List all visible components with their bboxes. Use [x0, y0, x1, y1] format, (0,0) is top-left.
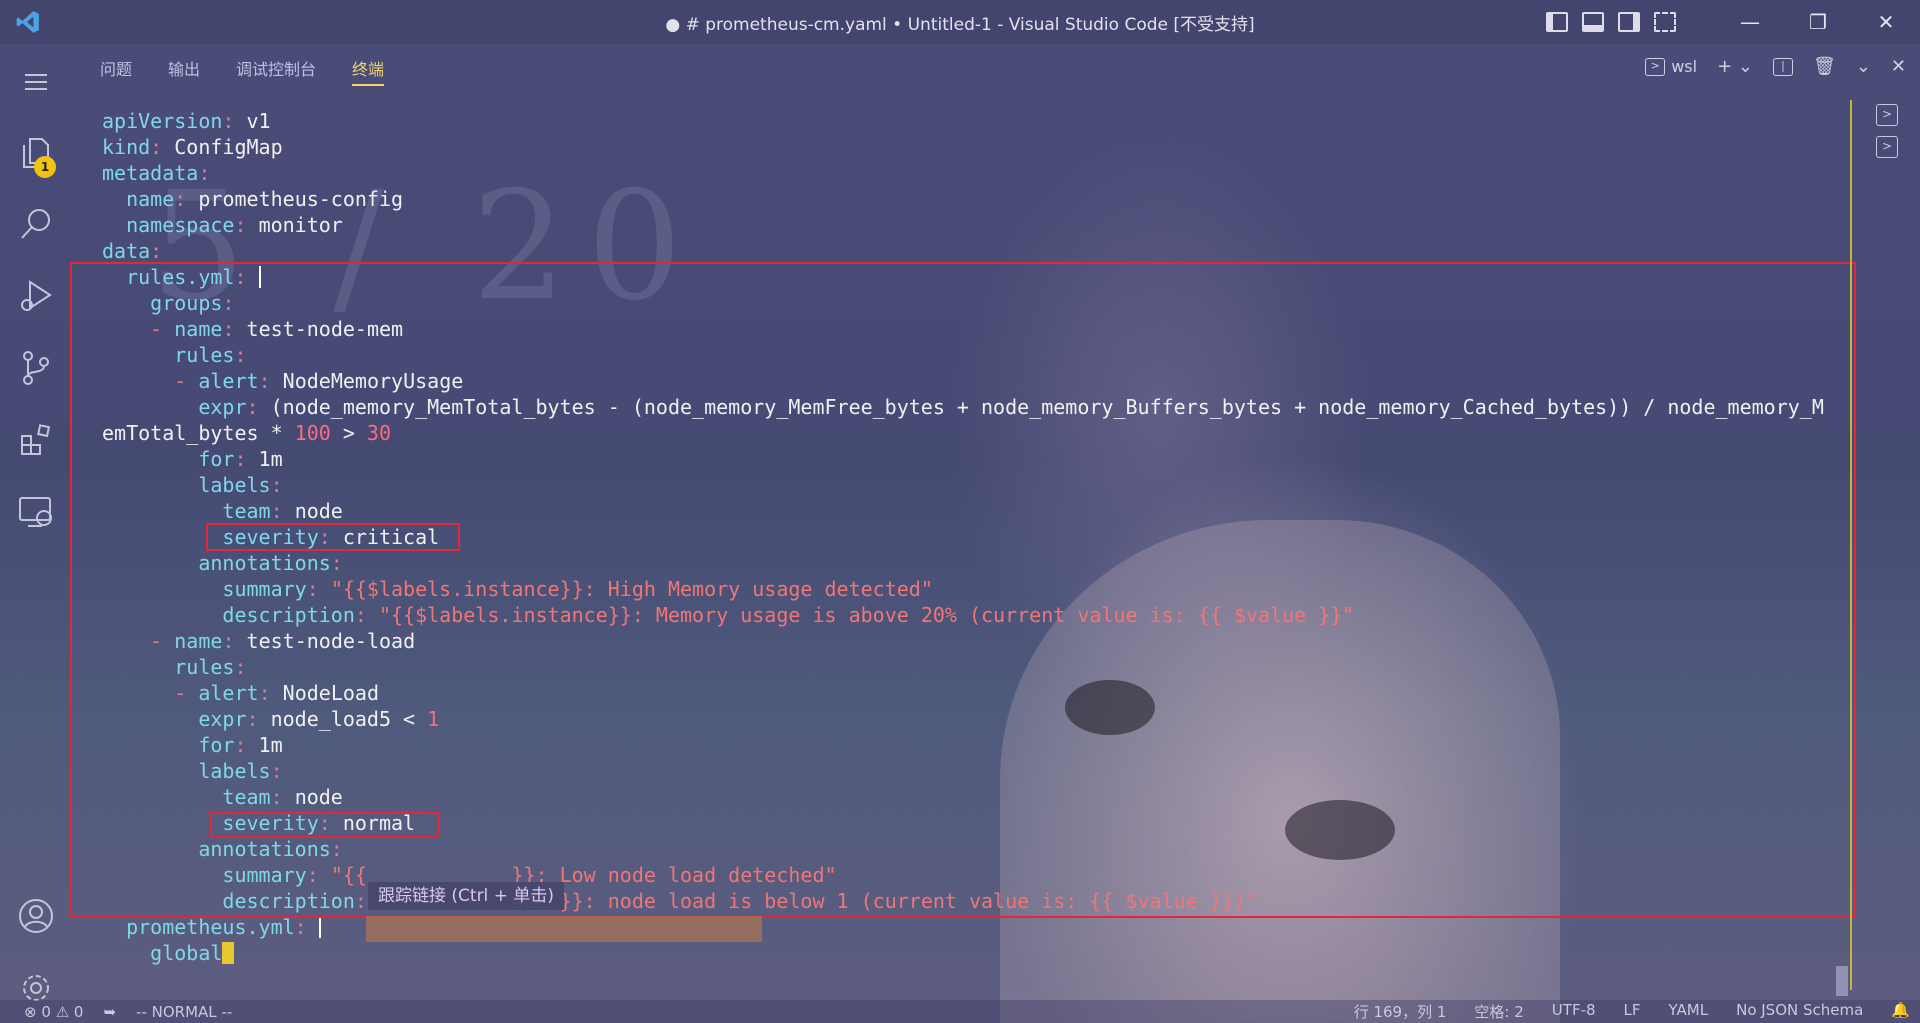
code-token: metadata — [102, 161, 199, 185]
warning-count: 0 — [73, 1002, 84, 1021]
json-schema[interactable]: No JSON Schema — [1736, 1001, 1863, 1022]
remote-explorer-icon[interactable] — [0, 482, 72, 542]
code-token: global — [150, 941, 223, 965]
menu-icon[interactable] — [0, 52, 72, 112]
terminal-icon: > — [1645, 57, 1666, 76]
close-panel-icon[interactable]: ✕ — [1891, 56, 1906, 77]
text-cursor — [318, 916, 321, 938]
code-line: name: prometheus-config — [102, 186, 1824, 212]
code-line: metadata: — [102, 160, 1824, 186]
code-line: data: — [102, 238, 1824, 264]
code-token: monitor — [258, 213, 343, 237]
annotation-box-severity-critical — [206, 523, 460, 551]
run-debug-icon[interactable] — [0, 266, 72, 326]
cursor-position[interactable]: 行 169，列 1 — [1354, 1001, 1447, 1022]
tab-terminal[interactable]: 终端 — [352, 56, 385, 86]
code-token: ConfigMap — [174, 135, 283, 159]
accounts-icon[interactable] — [0, 886, 72, 946]
terminal-name: wsl — [1671, 57, 1698, 76]
warning-icon: ⚠ — [55, 1002, 70, 1021]
text-highlight — [366, 916, 762, 942]
kill-terminal-trash-icon[interactable]: 🗑 — [1813, 56, 1836, 77]
tab-output[interactable]: 输出 — [168, 56, 200, 86]
terminal-tab-icon[interactable]: > — [1876, 136, 1898, 158]
explorer-badge: 1 — [34, 156, 56, 178]
activity-bar: 1 — [0, 44, 72, 1003]
code-token: : — [294, 915, 319, 939]
end-of-line[interactable]: LF — [1624, 1001, 1641, 1022]
vscode-logo-icon[interactable] — [0, 9, 56, 35]
code-token: : — [198, 161, 211, 185]
code-line: kind: ConfigMap — [102, 134, 1824, 160]
language-mode[interactable]: YAML — [1669, 1001, 1709, 1022]
toggle-secondary-sidebar-icon[interactable] — [1618, 12, 1640, 32]
code-token: : — [150, 239, 163, 263]
tab-problems[interactable]: 问题 — [100, 56, 132, 86]
extensions-icon[interactable] — [0, 410, 72, 470]
terminal-selector[interactable]: > wsl — [1645, 57, 1697, 76]
code-token: data — [102, 239, 151, 263]
code-token: : — [150, 135, 175, 159]
notifications-icon[interactable]: 🔔 — [1891, 1001, 1910, 1022]
code-token: : — [174, 187, 199, 211]
panel-border — [1850, 100, 1852, 990]
indentation[interactable]: 空格: 2 — [1474, 1001, 1523, 1022]
code-token: prometheus.yml — [126, 915, 295, 939]
code-token: : — [234, 213, 259, 237]
follow-link-tooltip: 跟踪链接 (Ctrl + 单击) — [368, 882, 564, 910]
code-line: apiVersion: v1 — [102, 108, 1824, 134]
tab-debug-console[interactable]: 调试控制台 — [236, 56, 316, 86]
code-token: kind — [102, 135, 151, 159]
explorer-icon[interactable]: 1 — [0, 122, 72, 182]
error-count: 0 — [41, 1002, 51, 1021]
panel-tabs: 问题 输出 调试控制台 终端 — [100, 56, 385, 86]
source-control-icon[interactable] — [0, 338, 72, 398]
customize-layout-icon[interactable] — [1654, 12, 1676, 32]
code-token: : — [222, 109, 247, 133]
ports-icon[interactable]: ➥ — [103, 1003, 116, 1021]
toggle-panel-icon[interactable] — [1582, 12, 1604, 32]
annotation-box-severity-normal — [210, 812, 440, 838]
title-bar: ● # prometheus-cm.yaml • Untitled-1 - Vi… — [0, 0, 1920, 44]
code-line: global — [102, 940, 1824, 966]
split-terminal-icon[interactable]: | — [1772, 57, 1793, 76]
close-window-button[interactable]: ✕ — [1852, 10, 1920, 34]
restore-button[interactable]: ❐ — [1784, 10, 1852, 34]
code-token: namespace — [126, 213, 235, 237]
encoding[interactable]: UTF-8 — [1552, 1001, 1596, 1022]
toggle-primary-sidebar-icon[interactable] — [1546, 12, 1568, 32]
new-terminal-icon[interactable]: + ⌄ — [1717, 56, 1753, 77]
code-token: prometheus-config — [198, 187, 404, 211]
vim-block-cursor — [222, 942, 235, 964]
maximize-panel-chevron-icon[interactable]: ⌄ — [1856, 56, 1871, 77]
code-token: apiVersion — [102, 109, 223, 133]
status-bar: ⊗ 0 ⚠ 0 ➥ -- NORMAL -- 行 169，列 1 空格: 2 U… — [0, 1000, 1920, 1023]
minimize-button[interactable]: — — [1716, 10, 1784, 34]
vim-mode: -- NORMAL -- — [136, 1002, 233, 1021]
panel-actions: > wsl + ⌄ | 🗑 ⌄ ✕ — [1645, 56, 1906, 77]
code-token: name — [126, 187, 175, 211]
error-icon: ⊗ — [24, 1002, 37, 1021]
problems-indicator[interactable]: ⊗ 0 ⚠ 0 — [24, 1003, 83, 1021]
code-token: v1 — [246, 109, 271, 133]
scrollbar-thumb[interactable] — [1836, 966, 1848, 996]
code-line: namespace: monitor — [102, 212, 1824, 238]
terminal-tab-icon[interactable]: > — [1876, 104, 1898, 126]
search-icon[interactable] — [0, 194, 72, 254]
